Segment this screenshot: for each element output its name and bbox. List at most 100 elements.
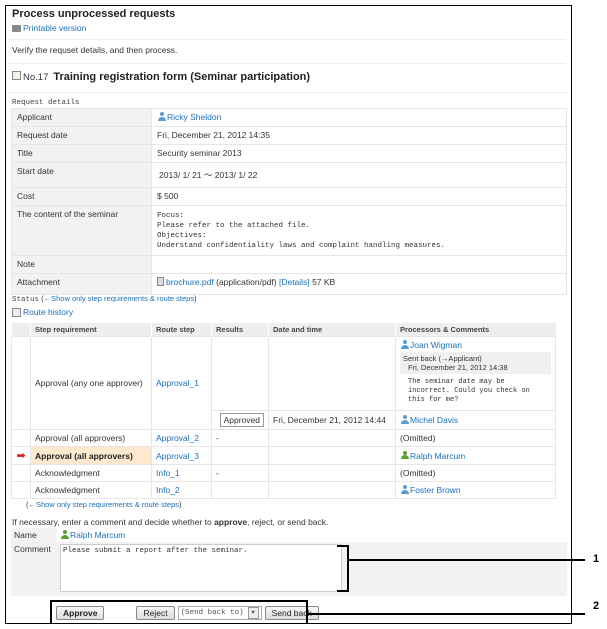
detail-value xyxy=(151,255,567,274)
name-row: Name Ralph Marcum xyxy=(11,528,567,542)
instruction-prefix: If necessary, enter a comment and decide… xyxy=(12,517,215,527)
route-history-label[interactable]: Route history xyxy=(23,307,73,317)
row-marker xyxy=(11,336,31,430)
seminar-content-text: Focus: Please refer to the attached file… xyxy=(157,212,446,250)
detail-value: Fri, December 21, 2012 14:35 xyxy=(151,126,567,145)
status-row: Approval (any one approver) Approval_1 J… xyxy=(11,336,556,430)
processor-link[interactable]: Ralph Marcum xyxy=(410,451,465,461)
name-link[interactable]: Ralph Marcum xyxy=(70,530,125,540)
divider xyxy=(8,63,566,64)
datetime xyxy=(268,429,396,447)
step-requirement: Acknowledgment xyxy=(30,481,152,499)
route-step-link[interactable]: Approval_2 xyxy=(156,433,199,443)
user-icon xyxy=(400,415,409,424)
detail-value: $ 500 xyxy=(151,187,567,206)
processor-cell: Ralph Marcum xyxy=(395,446,556,465)
callout-2-number: 2 xyxy=(593,600,600,612)
route-step-link[interactable]: Info_2 xyxy=(156,485,180,495)
printable-version-link[interactable]: Printable version xyxy=(12,23,86,33)
detail-row-note: Note xyxy=(11,255,567,274)
comment-cell: Please submit a report after the seminar… xyxy=(57,542,567,596)
column-header-step-requirement: Step requirement xyxy=(30,323,152,337)
route-step-link[interactable]: Info_1 xyxy=(156,468,180,478)
processor-link[interactable]: Joan Wigman xyxy=(410,340,462,350)
approved-badge: Approved xyxy=(219,413,264,427)
column-header-marker xyxy=(11,323,31,337)
detail-value: 2013/ 1/ 21 〜 2013/ 1/ 22 xyxy=(151,162,567,188)
page-title: Process unprocessed requests xyxy=(12,8,176,20)
status-header-row: Step requirement Route step Results Date… xyxy=(11,323,556,337)
route-step-link[interactable]: Approval_1 xyxy=(156,378,199,388)
paren: ) xyxy=(194,294,197,303)
detail-key: Start date xyxy=(11,162,152,188)
attachment-details-link[interactable]: [Details] xyxy=(279,277,310,287)
callout-2-box-right xyxy=(306,600,308,624)
divider xyxy=(8,92,566,93)
send-back-to-select[interactable]: (Send back to) ▼ xyxy=(177,606,262,620)
detail-value: Focus: Please refer to the attached file… xyxy=(151,205,567,256)
detail-key: The content of the seminar xyxy=(11,205,152,256)
detail-row-seminar-content: The content of the seminar Focus: Please… xyxy=(11,205,567,256)
status-row: Acknowledgment Info_1 - (Omitted) xyxy=(11,464,556,482)
user-icon xyxy=(60,530,69,539)
user-icon xyxy=(157,112,166,121)
route-step: Info_1 xyxy=(151,464,212,482)
column-header-results: Results xyxy=(211,323,269,337)
form-name: Training registration form (Seminar part… xyxy=(53,71,311,83)
processor-link[interactable]: Foster Brown xyxy=(410,485,461,495)
detail-row-request-date: Request date Fri, December 21, 2012 14:3… xyxy=(11,126,567,145)
processor-cell: (Omitted) xyxy=(395,464,556,482)
route-history-link[interactable]: Route history xyxy=(12,307,73,317)
action-instruction: If necessary, enter a comment and decide… xyxy=(12,517,328,527)
route-step: Approval_2 xyxy=(151,429,212,447)
result xyxy=(211,336,269,411)
route-step: Approval_3 xyxy=(151,446,212,465)
show-only-steps-link-bottom[interactable]: ←Show only step requirements & route ste… xyxy=(29,500,180,509)
result: - xyxy=(211,429,269,447)
applicant-link[interactable]: Ricky Sheldon xyxy=(167,112,221,122)
status-table: Step requirement Route step Results Date… xyxy=(11,323,556,499)
status-row-current: ➡ Approval (all approvers) Approval_3 Ra… xyxy=(11,446,556,465)
datetime xyxy=(268,336,396,411)
row-marker xyxy=(11,481,31,499)
step-requirement: Approval (all approvers) xyxy=(30,446,152,465)
printer-icon xyxy=(12,24,21,32)
action-form: Name Ralph Marcum Comment Please submit … xyxy=(11,528,567,596)
user-icon xyxy=(400,340,409,349)
send-back-to-selected: (Send back to) xyxy=(180,609,244,617)
callout-1-line xyxy=(349,559,585,561)
sent-back-label: Sent back (→Applicant) xyxy=(403,354,482,363)
bottom-toggle: (←Show only step requirements & route st… xyxy=(26,500,182,509)
instruction-bold: approve xyxy=(214,517,248,527)
attachment-link[interactable]: brochure.pdf xyxy=(166,277,214,287)
column-header-date-time: Date and time xyxy=(268,323,396,337)
chevron-down-icon: ▼ xyxy=(247,607,259,619)
divider xyxy=(8,39,566,40)
form-edit-icon xyxy=(12,71,21,80)
processor-link[interactable]: Michel Davis xyxy=(410,415,458,425)
step-requirement: Approval (all approvers) xyxy=(30,429,152,447)
detail-key: Applicant xyxy=(11,108,152,127)
comment-row: Comment Please submit a report after the… xyxy=(11,542,567,596)
route-history-icon xyxy=(12,307,21,317)
route-step-link[interactable]: Approval_3 xyxy=(156,451,199,461)
reject-button[interactable]: Reject xyxy=(136,606,175,620)
name-label: Name xyxy=(11,528,57,542)
attachment-size: 57 KB xyxy=(312,277,336,287)
comment-textarea[interactable]: Please submit a report after the seminar… xyxy=(60,544,342,592)
comment-label: Comment xyxy=(11,542,57,596)
detail-value: brochure.pdf (application/pdf) [Details]… xyxy=(151,273,567,295)
printable-version-label[interactable]: Printable version xyxy=(23,23,86,33)
step-requirement: Acknowledgment xyxy=(30,464,152,482)
show-only-steps-link[interactable]: ←Show only step requirements & route ste… xyxy=(44,294,195,303)
approve-button[interactable]: Approve xyxy=(56,606,105,620)
detail-row-cost: Cost $ 500 xyxy=(11,187,567,206)
datetime xyxy=(268,481,396,499)
detail-value: Ricky Sheldon xyxy=(151,108,567,127)
processor-cell: Foster Brown xyxy=(395,481,556,499)
route-step: Info_2 xyxy=(151,481,212,499)
attachment-type: (application/pdf) xyxy=(216,277,277,287)
row-marker xyxy=(11,429,31,447)
processor-cell: Michel Davis xyxy=(395,410,556,430)
current-step-arrow-icon: ➡ xyxy=(11,446,31,465)
